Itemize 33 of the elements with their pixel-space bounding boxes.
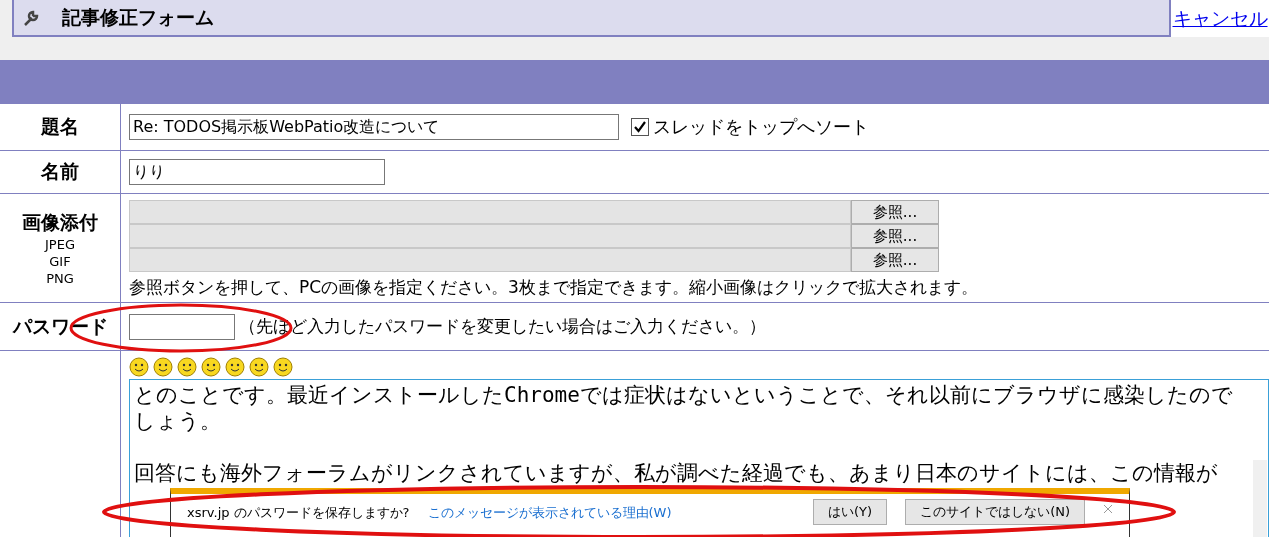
smiley-icon[interactable] [201,357,221,377]
format-label: PNG [46,269,74,287]
form-title: 記事修正フォーム [62,4,214,30]
file-field[interactable] [129,224,851,248]
file-field[interactable] [129,248,851,272]
browse-button[interactable]: 参照... [851,200,939,224]
smiley-icon[interactable] [153,357,173,377]
checkbox-label: スレッドをトップへソート [653,115,869,139]
smiley-icon[interactable] [225,357,245,377]
prompt-button[interactable]: このサイトではしない(N) [905,499,1085,525]
format-label: JPEG [45,235,75,253]
field-label: 題名 [41,114,79,139]
checkbox[interactable] [631,118,649,136]
file-field[interactable] [129,200,851,224]
password-field[interactable] [129,313,235,340]
upload-note: 参照ボタンを押して、PCの画像を指定ください。3枚まで指定できます。縮小画像はクリックで拡大されます。 [129,276,979,299]
browse-button[interactable]: 参照... [851,248,939,272]
smiley-icon[interactable] [273,357,293,377]
subject-field[interactable]: Re: TODOS掲示板WebPatio改造について [129,114,619,140]
field-label: 名前 [41,159,79,184]
close-icon[interactable] [1103,504,1113,514]
browse-button[interactable]: 参照... [851,224,939,248]
field-label: 画像添付 [22,209,98,235]
smiley-icon[interactable] [249,357,269,377]
smiley-icon[interactable] [177,357,197,377]
wrench-icon [22,8,40,27]
save-question: xsrv.jp のパスワードを保存しますか? [187,504,410,522]
format-label: GIF [49,252,71,270]
prompt-button[interactable]: はい(Y) [813,499,888,525]
reason-link[interactable]: このメッセージが表示されている理由(W) [427,504,672,522]
scrollbar[interactable] [1253,460,1267,537]
name-field[interactable]: りり [129,159,385,185]
smiley-icon[interactable] [129,357,149,377]
